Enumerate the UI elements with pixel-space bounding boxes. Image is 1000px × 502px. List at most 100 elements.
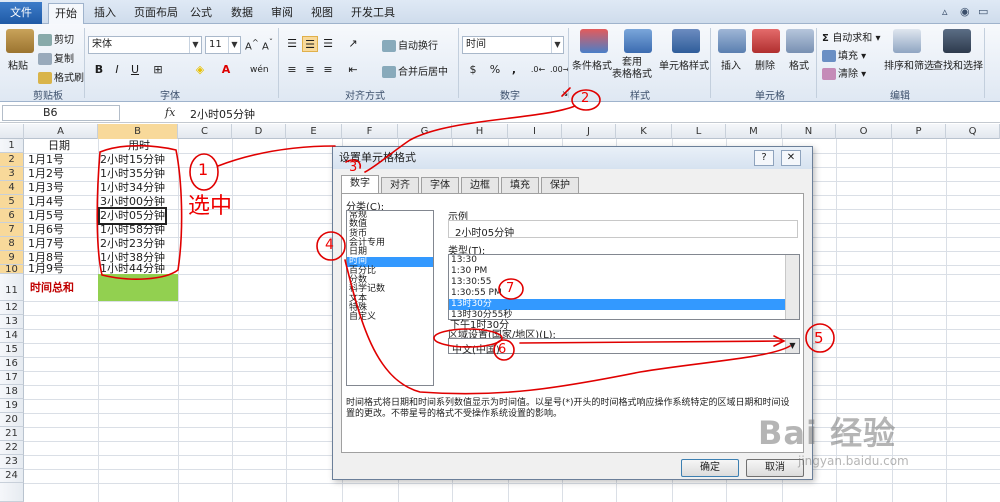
comma-button[interactable]: , [506,62,522,78]
fill-button[interactable]: 填充 ▾ [822,47,866,62]
clear-button[interactable]: 清除 ▾ [822,65,866,80]
table-cell-time[interactable]: 1小时44分钟 [100,262,165,276]
cell-styles-icon[interactable] [672,29,700,53]
list-item[interactable]: 13:30:55 [449,277,785,288]
list-item[interactable]: 1:30 PM [449,266,785,277]
table-cell-time[interactable]: 1小时34分钟 [100,181,165,195]
row-header[interactable]: 24 [0,469,24,483]
orientation-icon[interactable]: ↗ [345,36,361,52]
table-cell-date[interactable]: 1月4号 [28,195,64,209]
format-as-table-icon[interactable] [624,29,652,53]
column-header-k[interactable]: K [616,124,672,139]
number-dialog-launcher-icon[interactable]: ↘ [557,86,573,102]
tab-page-layout[interactable]: 页面布局 [128,3,184,24]
insert-cells-button[interactable]: 插入 [721,57,741,72]
cell-a1[interactable]: 日期 [48,139,70,153]
tab-data[interactable]: 数据 [225,3,259,24]
row-header[interactable]: 5 [0,195,24,209]
row-header[interactable]: 15 [0,343,24,357]
tab-review[interactable]: 审阅 [265,3,299,24]
tab-alignment[interactable]: 对齐 [381,177,419,193]
align-center-icon[interactable]: ≡ [302,62,318,78]
cell-b1[interactable]: 用时 [128,139,150,153]
column-header-q[interactable]: Q [946,124,1000,139]
row-header[interactable] [0,483,24,502]
chevron-down-icon[interactable]: ▼ [785,339,799,353]
tab-number[interactable]: 数字 [341,175,379,193]
category-list[interactable]: 常规 数值 货币 会计专用 日期 时间 百分比 分数 科学记数 文本 特殊 自定… [346,210,434,386]
align-middle-icon[interactable]: ☰ [302,36,318,52]
wrap-text-button[interactable]: 自动换行 [382,37,438,52]
conditional-format-icon[interactable] [580,29,608,53]
row-header[interactable]: 7 [0,223,24,237]
align-bottom-icon[interactable]: ☰ [320,36,336,52]
table-cell-date[interactable]: 1月7号 [28,237,64,251]
row-header[interactable]: 9 [0,251,24,265]
tab-insert[interactable]: 插入 [88,3,122,24]
underline-button[interactable]: U [127,62,143,78]
insert-function-icon[interactable]: fx [165,106,175,119]
row-header[interactable]: 14 [0,329,24,343]
table-cell-date[interactable]: 1月6号 [28,223,64,237]
column-header-p[interactable]: P [892,124,946,139]
row-header[interactable]: 19 [0,399,24,413]
tab-protection[interactable]: 保护 [541,177,579,193]
column-header-b[interactable]: B [98,124,178,139]
row-header[interactable]: 21 [0,427,24,441]
table-cell-time[interactable]: 2小时15分钟 [100,153,165,167]
paste-icon[interactable] [6,29,34,53]
tab-home[interactable]: 开始 [48,3,84,24]
table-cell-date[interactable]: 1月5号 [28,209,64,223]
find-select-button[interactable]: 查找和选择 [933,57,983,72]
tab-formulas[interactable]: 公式 [184,3,218,24]
table-cell-date[interactable]: 1月9号 [28,262,64,276]
row-header[interactable]: 11 [0,274,24,301]
borders-icon[interactable]: ⊞ [150,62,166,78]
list-item[interactable]: 自定义 [347,313,433,322]
column-header-d[interactable]: D [232,124,286,139]
italic-button[interactable]: I [109,62,125,78]
cut-button[interactable]: 剪切 [38,31,74,46]
grow-font-button[interactable]: A^ [245,37,259,52]
window-restore-icon[interactable]: ▭ [978,5,988,18]
font-color-icon[interactable]: A [218,62,234,78]
ok-button[interactable]: 确定 [681,459,739,477]
total-result-cell[interactable] [98,274,178,301]
table-cell-date[interactable]: 1月2号 [28,167,64,181]
row-header[interactable]: 13 [0,315,24,329]
align-top-icon[interactable]: ☰ [284,36,300,52]
align-right-icon[interactable]: ≡ [320,62,336,78]
delete-cells-icon[interactable] [752,29,780,53]
tab-view[interactable]: 视图 [305,3,339,24]
column-header-g[interactable]: G [398,124,452,139]
tab-fill[interactable]: 填充 [501,177,539,193]
row-header[interactable]: 1 [0,139,24,153]
row-header[interactable]: 2 [0,153,24,167]
list-item-selected[interactable]: 13时30分 [449,299,785,310]
chevron-down-icon[interactable]: ▼ [189,37,201,53]
column-header-h[interactable]: H [452,124,508,139]
row-header[interactable]: 17 [0,371,24,385]
format-as-table-button[interactable]: 套用 表格格式 [612,57,652,81]
column-header-j[interactable]: J [562,124,616,139]
help-icon[interactable]: ◉ [960,5,970,18]
list-item[interactable]: 13:30 [449,255,785,266]
column-header-n[interactable]: N [782,124,836,139]
format-cells-button[interactable]: 格式 [789,57,809,72]
column-header-o[interactable]: O [836,124,892,139]
percent-button[interactable]: % [487,62,503,78]
cell-styles-button[interactable]: 单元格样式 [659,57,709,72]
column-header-a[interactable]: A [24,124,98,139]
file-tab[interactable]: 文件 [0,2,42,24]
chevron-down-icon[interactable]: ▼ [551,37,563,53]
select-all-corner[interactable] [0,124,24,139]
bold-button[interactable]: B [91,62,107,78]
merge-center-button[interactable]: 合并后居中 [382,63,448,78]
table-cell-time[interactable]: 1小时58分钟 [100,223,165,237]
shrink-font-button[interactable]: Aˇ [262,37,273,52]
column-header-m[interactable]: M [726,124,782,139]
font-name-combo[interactable]: 宋体 ▼ [88,36,202,54]
column-header-e[interactable]: E [286,124,342,139]
row-header[interactable]: 20 [0,413,24,427]
row-header[interactable]: 12 [0,301,24,315]
